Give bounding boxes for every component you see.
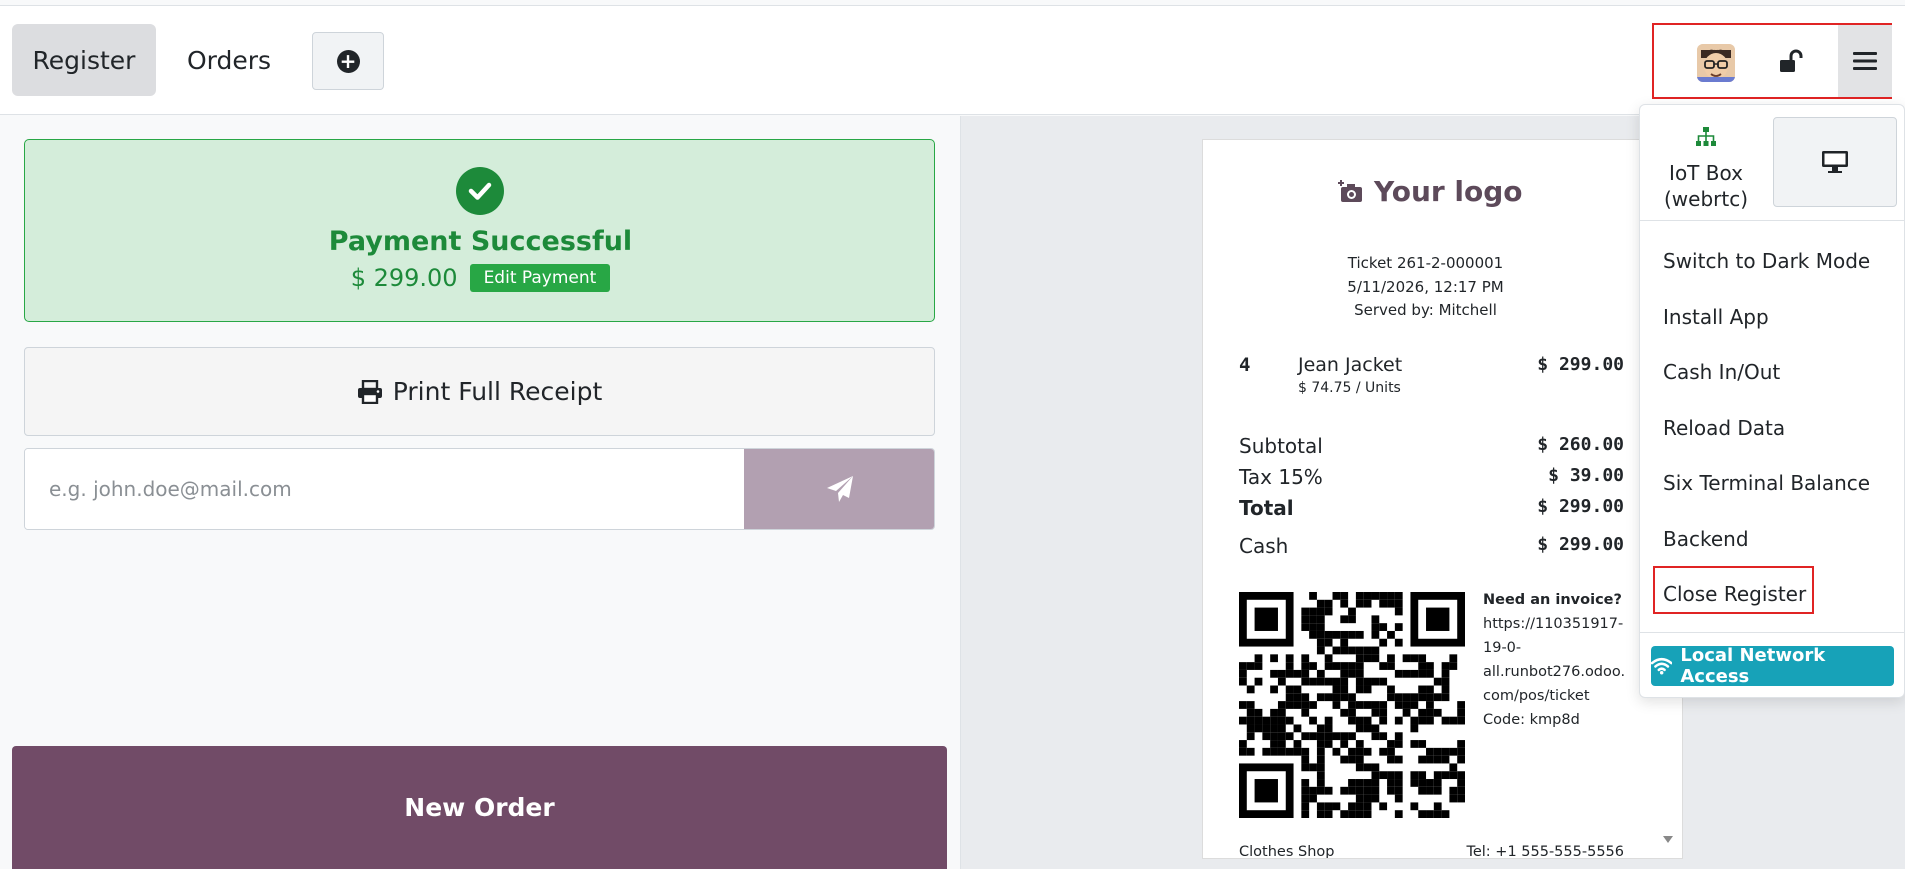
invoice-qr-code — [1239, 592, 1465, 818]
close-register-highlight — [1653, 566, 1814, 614]
print-receipt-button[interactable]: Print Full Receipt — [24, 347, 935, 436]
sitemap-icon — [1696, 127, 1716, 146]
receipt-line-total: $ 299.00 — [1537, 354, 1624, 375]
email-input[interactable] — [25, 449, 744, 529]
payment-amount-row: $ 299.00 Edit Payment — [25, 264, 936, 292]
receipt-total-label: Total — [1239, 496, 1294, 520]
receipt-cash-label: Cash — [1239, 534, 1289, 558]
payment-success-box: Payment Successful $ 299.00 Edit Payment — [24, 139, 935, 322]
hamburger-menu-button[interactable] — [1838, 25, 1892, 97]
receipt: Your logo Ticket 261-2-000001 5/11/2026,… — [1202, 139, 1683, 859]
receipt-cash: $ 299.00 — [1537, 534, 1624, 555]
receipt-ticket: Ticket 261-2-000001 — [1347, 254, 1504, 272]
new-order-button[interactable]: New Order — [12, 746, 947, 869]
invoice-url-line-3[interactable]: all.runbot276.odoo. — [1483, 660, 1643, 684]
add-order-button[interactable]: + — [312, 32, 384, 90]
menu-item-dark-mode[interactable]: Switch to Dark Mode — [1663, 249, 1870, 273]
receipt-served-by: Served by: Mitchell — [1354, 301, 1497, 319]
check-circle-icon — [456, 167, 504, 215]
receipt-logo-text: Your logo — [1374, 175, 1523, 208]
main-menu-dropdown: IoT Box (webrtc) Switch to Dark Mode Ins… — [1639, 104, 1905, 698]
menu-item-reload-data[interactable]: Reload Data — [1663, 416, 1785, 440]
tab-orders[interactable]: Orders — [165, 24, 293, 96]
camera-plus-icon — [1338, 179, 1362, 202]
menu-item-six-terminal-balance[interactable]: Six Terminal Balance — [1663, 471, 1870, 495]
invoice-url-line-1[interactable]: https://110351917- — [1483, 612, 1643, 636]
payment-panel: Payment Successful $ 299.00 Edit Payment… — [0, 116, 960, 869]
menu-item-cash-in-out[interactable]: Cash In/Out — [1663, 360, 1780, 384]
menu-item-backend[interactable]: Backend — [1663, 527, 1749, 551]
receipt-logo: Your logo — [1338, 175, 1523, 208]
top-bar: Register Orders + — [0, 5, 1905, 115]
desktop-icon — [1822, 151, 1848, 173]
receipt-tax: $ 39.00 — [1548, 465, 1624, 486]
local-network-access-button[interactable]: Local Network Access — [1651, 645, 1894, 687]
avatar[interactable] — [1697, 44, 1735, 82]
invoice-url-line-4[interactable]: com/pos/ticket — [1483, 684, 1643, 708]
receipt-line-qty: 4 — [1239, 354, 1251, 376]
plus-circle-icon: + — [336, 49, 360, 73]
iot-box-item[interactable]: IoT Box (webrtc) — [1640, 117, 1772, 217]
invoice-url-line-2[interactable]: 19-0- — [1483, 636, 1643, 660]
unlock-icon[interactable] — [1776, 47, 1806, 77]
tab-register[interactable]: Register — [12, 24, 156, 96]
receipt-tax-label: Tax 15% — [1239, 465, 1323, 489]
invoice-title: Need an invoice? — [1483, 592, 1622, 608]
receipt-subtotal-label: Subtotal — [1239, 434, 1323, 458]
receipt-subtotal: $ 260.00 — [1537, 434, 1624, 455]
invoice-code: Code: kmp8d — [1483, 712, 1580, 728]
edit-payment-button[interactable]: Edit Payment — [469, 264, 611, 292]
iot-box-sublabel: (webrtc) — [1663, 187, 1749, 211]
tab-register-label: Register — [32, 45, 136, 75]
receipt-shop-name: Clothes Shop — [1239, 844, 1335, 859]
print-receipt-label: Print Full Receipt — [392, 377, 603, 406]
receipt-total: $ 299.00 — [1537, 496, 1624, 517]
menu-item-install-app[interactable]: Install App — [1663, 305, 1769, 329]
payment-success-title: Payment Successful — [328, 226, 633, 257]
header-actions — [1652, 23, 1892, 99]
menu-divider — [1640, 220, 1904, 221]
customer-display-button[interactable] — [1773, 117, 1897, 207]
tab-orders-label: Orders — [186, 45, 272, 75]
receipt-line-unit-price: $ 74.75 / Units — [1298, 380, 1401, 396]
menu-divider — [1640, 632, 1904, 633]
receipt-phone: Tel: +1 555-555-5556 — [1466, 844, 1624, 859]
printer-icon — [357, 379, 382, 404]
invoice-info: Need an invoice? https://110351917- 19-0… — [1483, 588, 1643, 732]
wifi-icon — [1651, 657, 1673, 675]
receipt-datetime: 5/11/2026, 12:17 PM — [1347, 278, 1504, 296]
receipt-line-product: Jean Jacket — [1298, 354, 1403, 376]
hamburger-icon — [1853, 52, 1877, 70]
paper-plane-icon — [827, 476, 853, 502]
payment-amount: $ 299.00 — [350, 264, 458, 292]
local-network-access-label: Local Network Access — [1680, 645, 1826, 687]
iot-box-label: IoT Box — [1669, 161, 1743, 185]
email-receipt-form — [24, 448, 935, 530]
send-email-button[interactable] — [744, 449, 934, 529]
scroll-down-arrow-icon[interactable] — [1662, 834, 1674, 844]
